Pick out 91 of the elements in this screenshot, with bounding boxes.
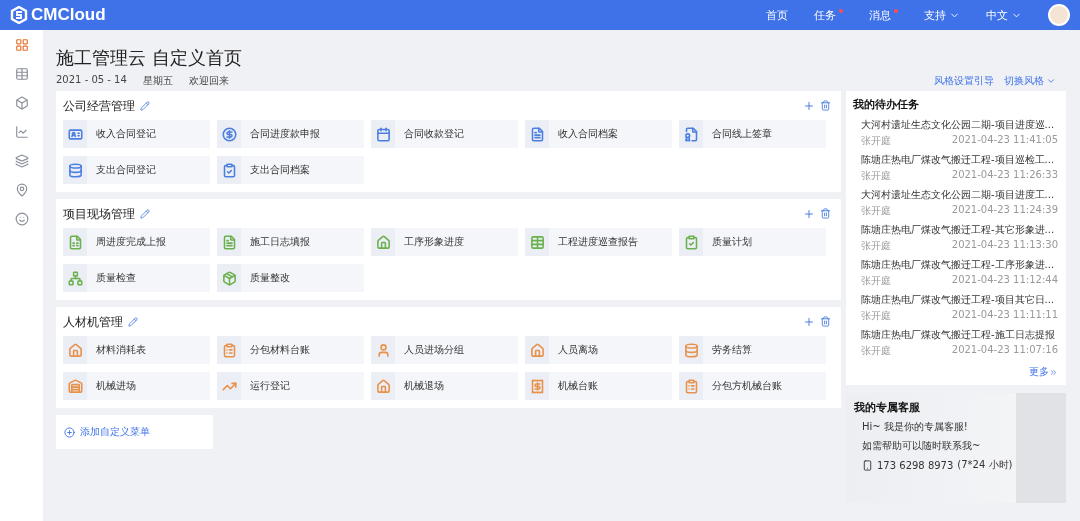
brand-logo[interactable]: CMCloud (10, 5, 106, 25)
menu-tile[interactable]: 质量检查 (63, 264, 210, 292)
task-title[interactable]: 陈塘庄热电厂煤改气搬迁工程-项目巡检工... (861, 153, 1058, 167)
phone-number: 173 6298 8973 (877, 459, 954, 471)
table-icon[interactable] (14, 67, 29, 81)
greeting-text: 欢迎回来 (188, 74, 229, 88)
add-icon[interactable] (803, 316, 815, 328)
header-link[interactable]: 切换风格 (1004, 74, 1056, 88)
task-user: 张开庭 (861, 204, 891, 218)
task-title[interactable]: 陈塘庄热电厂煤改气搬迁工程-工序形象进... (861, 258, 1058, 272)
card-title: 人材机管理 (63, 314, 123, 330)
menu-tile[interactable]: 收入合同档案 (525, 120, 672, 148)
menu-tile[interactable]: 合同线上签章 (679, 120, 826, 148)
trash-icon[interactable] (820, 100, 831, 111)
task-user: 张开庭 (861, 344, 891, 358)
trash-icon[interactable] (820, 208, 831, 219)
service-text: Hi~ 我是你的专属客服! (861, 420, 969, 434)
cube-icon[interactable] (14, 96, 29, 110)
task-title[interactable]: 陈塘庄热电厂煤改气搬迁工程-其它形象进... (861, 223, 1058, 237)
nav-link[interactable]: 首页 (766, 7, 788, 23)
panel-title: 我的专属客服 (854, 400, 921, 415)
nav-link[interactable]: 中文 (986, 7, 1022, 23)
trash-icon[interactable] (820, 316, 831, 327)
nav-link[interactable]: 消息 (869, 7, 898, 23)
menu-tile[interactable]: 支出合同登记 (63, 156, 210, 184)
task-title[interactable]: 大河村遗址生态文化公园二期-项目进度工... (861, 188, 1058, 202)
menu-tile[interactable]: 合同进度款申报 (217, 120, 364, 148)
menu-tile[interactable]: 工序形象进度 (371, 228, 518, 256)
menu-tile[interactable]: 质量整改 (217, 264, 364, 292)
smile-icon[interactable] (14, 212, 29, 226)
card-title: 项目现场管理 (63, 206, 135, 222)
edit-icon[interactable] (140, 101, 150, 111)
edit-icon[interactable] (128, 317, 138, 327)
task-user: 张开庭 (861, 134, 891, 148)
menu-tile[interactable]: 人员离场 (525, 336, 672, 364)
menu-tile[interactable]: 机械台账 (525, 372, 672, 400)
plus-circle-icon (64, 426, 75, 438)
menu-tile[interactable]: 机械退场 (371, 372, 518, 400)
task-time: 2021-04-23 11:24:39 (951, 204, 1058, 217)
service-text: 如需帮助可以随时联系我~ (861, 439, 982, 453)
menu-tile[interactable]: 运行登记 (217, 372, 364, 400)
layers-icon[interactable] (14, 154, 29, 168)
chevron-down-icon (1046, 76, 1056, 86)
add-icon[interactable] (803, 100, 815, 112)
menu-tile[interactable]: 施工日志填报 (217, 228, 364, 256)
add-menu-button[interactable]: 添加自定义菜单 (56, 415, 213, 449)
task-time: 2021-04-23 11:26:33 (951, 169, 1058, 182)
menu-tile[interactable]: 人员进场分组 (371, 336, 518, 364)
menu-tile[interactable]: 劳务结算 (679, 336, 826, 364)
menu-tile[interactable]: 支出合同档案 (217, 156, 364, 184)
avatar[interactable] (1048, 4, 1070, 26)
phone-icon (862, 459, 873, 471)
panel-title: 我的待办任务 (853, 97, 920, 112)
date-text: 2021 - 05 - 14 (56, 74, 127, 87)
task-user: 张开庭 (861, 274, 891, 288)
menu-tile[interactable]: 工程进度巡查报告 (525, 228, 672, 256)
menu-tile[interactable]: 周进度完成上报 (63, 228, 210, 256)
nav-link[interactable]: 任务 (814, 7, 843, 23)
header-link[interactable]: 风格设置引导 (934, 74, 994, 88)
menu-tile[interactable]: 机械进场 (63, 372, 210, 400)
logo-icon (10, 6, 28, 24)
menu-tile[interactable]: 材料消耗表 (63, 336, 210, 364)
task-time: 2021-04-23 11:12:44 (951, 274, 1058, 287)
menu-tile[interactable]: 分包方机械台账 (679, 372, 826, 400)
grid-icon[interactable] (14, 38, 29, 52)
service-hours: (7*24 小时) (957, 458, 1013, 472)
menu-tile[interactable]: 分包材料台账 (217, 336, 364, 364)
add-icon[interactable] (803, 208, 815, 220)
task-time: 2021-04-23 11:13:30 (951, 239, 1058, 252)
task-time: 2021-04-23 11:11:11 (951, 309, 1058, 322)
brand-name: CMCloud (31, 5, 106, 25)
task-user: 张开庭 (861, 169, 891, 183)
menu-tile[interactable]: 质量计划 (679, 228, 826, 256)
page-title: 施工管理云 自定义首页 (56, 46, 242, 70)
task-user: 张开庭 (861, 239, 891, 253)
nav-link[interactable]: 支持 (924, 7, 960, 23)
task-time: 2021-04-23 11:07:16 (951, 344, 1058, 357)
line-chart-icon[interactable] (14, 125, 29, 139)
task-title[interactable]: 大河村遗址生态文化公园二期-项目进度巡... (861, 118, 1058, 132)
task-time: 2021-04-23 11:41:05 (951, 134, 1058, 147)
map-pin-icon[interactable] (14, 183, 29, 197)
menu-tile[interactable]: 收入合同登记 (63, 120, 210, 148)
card-title: 公司经营管理 (63, 98, 135, 114)
task-user: 张开庭 (861, 309, 891, 323)
more-link[interactable]: 更多 (1029, 365, 1058, 379)
menu-tile[interactable]: 合同收款登记 (371, 120, 518, 148)
task-title[interactable]: 陈塘庄热电厂煤改气搬迁工程-项目其它日... (861, 293, 1058, 307)
task-title[interactable]: 陈塘庄热电厂煤改气搬迁工程-施工日志提报 (861, 328, 1058, 342)
double-chevron-icon (1049, 367, 1058, 377)
edit-icon[interactable] (140, 209, 150, 219)
weekday-text: 星期五 (142, 74, 173, 88)
